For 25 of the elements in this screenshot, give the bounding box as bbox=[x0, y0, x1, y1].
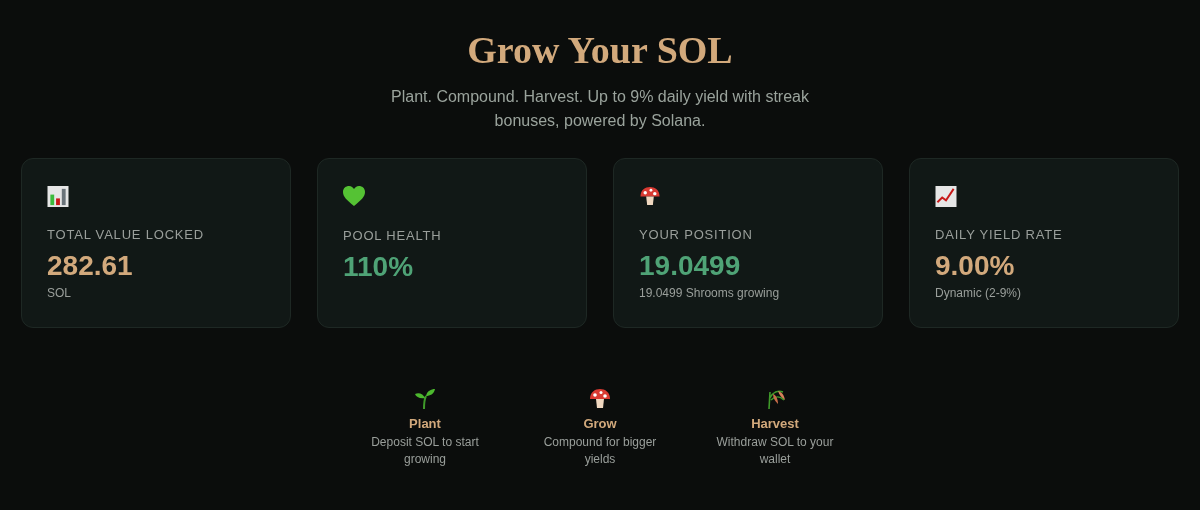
heart-icon bbox=[343, 186, 365, 208]
step-title: Plant bbox=[409, 416, 441, 431]
subtitle: Plant. Compound. Harvest. Up to 9% daily yield with streak bonuses, powered by Solana. bbox=[390, 87, 810, 131]
step-description: Withdraw SOL to your wallet bbox=[715, 434, 835, 468]
step-description: Deposit SOL to start growing bbox=[370, 434, 480, 468]
stat-label: POOL HEALTH bbox=[343, 228, 442, 243]
stat-label: TOTAL VALUE LOCKED bbox=[47, 227, 204, 242]
stat-value: 282.61 bbox=[47, 250, 133, 282]
stat-note: SOL bbox=[47, 286, 71, 300]
step-description: Compound for bigger yields bbox=[542, 434, 658, 468]
stat-value: 110% bbox=[343, 251, 414, 283]
mushroom-icon bbox=[639, 186, 661, 207]
stat-note: 19.0499 Shrooms growing bbox=[639, 286, 780, 300]
stat-label: DAILY YIELD RATE bbox=[935, 227, 1063, 242]
stat-note: Dynamic (2-9%) bbox=[935, 286, 1021, 300]
step-title: Harvest bbox=[751, 416, 799, 431]
mushroom-icon bbox=[589, 388, 611, 410]
stat-value: 19.0499 bbox=[639, 250, 741, 282]
trend-chart-icon bbox=[935, 186, 957, 207]
bar-chart-icon bbox=[47, 186, 69, 207]
stat-value: 9.00% bbox=[935, 250, 1015, 282]
sprout-icon bbox=[414, 388, 436, 410]
stat-label: YOUR POSITION bbox=[639, 227, 753, 242]
step-title: Grow bbox=[583, 416, 617, 431]
page-title: Grow Your SOL bbox=[467, 28, 733, 73]
